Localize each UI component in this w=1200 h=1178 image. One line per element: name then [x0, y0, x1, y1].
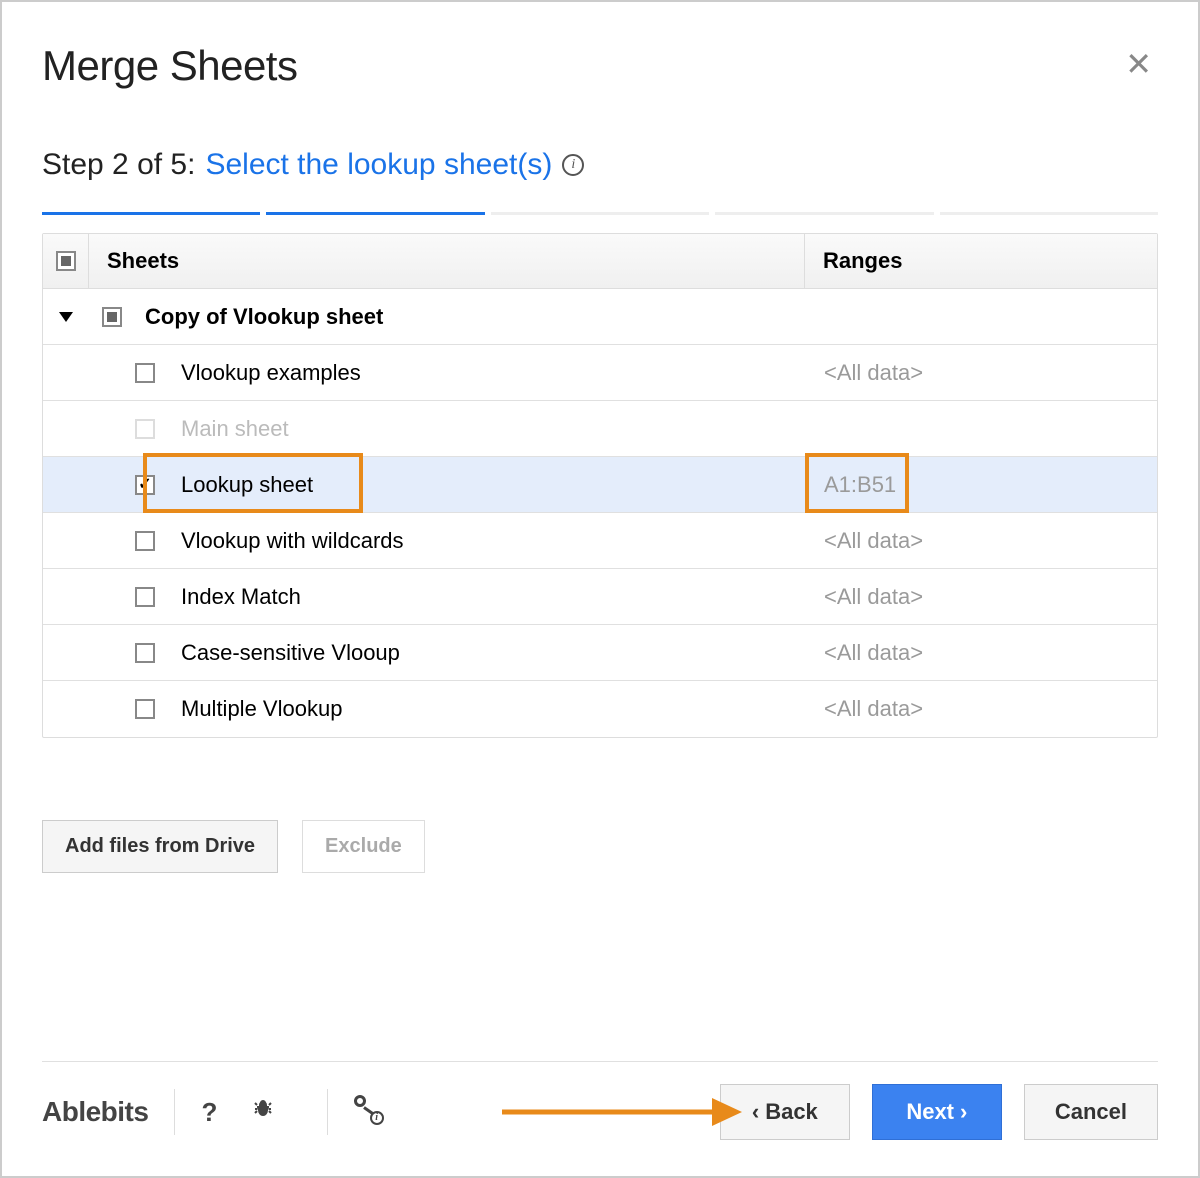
sheet-range: [805, 415, 1157, 443]
divider: [174, 1089, 175, 1135]
sheet-row[interactable]: Vlookup examples<All data>: [43, 345, 1157, 401]
sheet-row[interactable]: Multiple Vlookup<All data>: [43, 681, 1157, 737]
sheet-name: Lookup sheet: [171, 458, 805, 512]
add-files-from-drive-button[interactable]: Add files from Drive: [42, 820, 278, 873]
sheet-row[interactable]: Case-sensitive Vlooup<All data>: [43, 625, 1157, 681]
group-checkbox[interactable]: [89, 307, 135, 327]
step-heading: Step 2 of 5: Select the lookup sheet(s) …: [42, 148, 1158, 182]
group-name: Copy of Vlookup sheet: [135, 290, 805, 344]
column-header-sheets: Sheets: [89, 234, 805, 288]
cancel-button[interactable]: Cancel: [1024, 1084, 1158, 1140]
divider: [327, 1089, 328, 1135]
group-range: [805, 303, 1157, 331]
sheet-checkbox: [95, 419, 171, 439]
sheet-row[interactable]: Main sheet: [43, 401, 1157, 457]
help-icon[interactable]: ?: [201, 1097, 217, 1127]
sheet-checkbox[interactable]: [95, 587, 171, 607]
sheet-range[interactable]: <All data>: [805, 346, 1157, 400]
sheet-name: Vlookup with wildcards: [171, 514, 805, 568]
sheet-range[interactable]: <All data>: [805, 514, 1157, 568]
sheets-table: Sheets Ranges Copy of Vlookup sheet Vloo…: [42, 233, 1158, 738]
chevron-left-icon: ‹: [752, 1099, 759, 1125]
chevron-right-icon: ›: [960, 1099, 967, 1125]
back-button[interactable]: ‹Back: [720, 1084, 850, 1140]
chevron-down-icon: [59, 312, 73, 322]
sheet-checkbox[interactable]: [95, 643, 171, 663]
sheet-range[interactable]: <All data>: [805, 626, 1157, 680]
sheet-row[interactable]: Index Match<All data>: [43, 569, 1157, 625]
sheet-checkbox[interactable]: [95, 699, 171, 719]
close-icon[interactable]: ✕: [1119, 42, 1158, 86]
select-all-checkbox[interactable]: [43, 234, 89, 288]
sheet-range[interactable]: <All data>: [805, 570, 1157, 624]
brand-logo: Ablebits: [42, 1096, 148, 1128]
sheet-row[interactable]: Vlookup with wildcards<All data>: [43, 513, 1157, 569]
sheet-name: Multiple Vlookup: [171, 682, 805, 736]
dialog-title: Merge Sheets: [42, 42, 297, 90]
sheet-name: Main sheet: [171, 402, 805, 456]
sheet-name: Case-sensitive Vlooup: [171, 626, 805, 680]
sheet-checkbox[interactable]: [95, 531, 171, 551]
progress-bar: [42, 212, 1158, 215]
sheet-checkbox[interactable]: [95, 363, 171, 383]
key-info-icon[interactable]: i: [354, 1095, 382, 1130]
spreadsheet-group-row[interactable]: Copy of Vlookup sheet: [43, 289, 1157, 345]
info-icon[interactable]: i: [562, 154, 584, 176]
next-button[interactable]: Next›: [872, 1084, 1002, 1140]
expand-toggle[interactable]: [43, 312, 89, 322]
column-header-ranges: Ranges: [805, 234, 1157, 288]
sheet-name: Vlookup examples: [171, 346, 805, 400]
sheet-row[interactable]: Lookup sheetA1:B51: [43, 457, 1157, 513]
sheet-name: Index Match: [171, 570, 805, 624]
sheet-range[interactable]: A1:B51: [805, 458, 1157, 512]
exclude-button[interactable]: Exclude: [302, 820, 425, 873]
step-label: Select the lookup sheet(s): [205, 148, 552, 182]
sheet-checkbox[interactable]: [95, 475, 171, 495]
sheet-range[interactable]: <All data>: [805, 682, 1157, 736]
step-prefix: Step 2 of 5:: [42, 148, 195, 182]
bug-icon[interactable]: [243, 1097, 274, 1127]
